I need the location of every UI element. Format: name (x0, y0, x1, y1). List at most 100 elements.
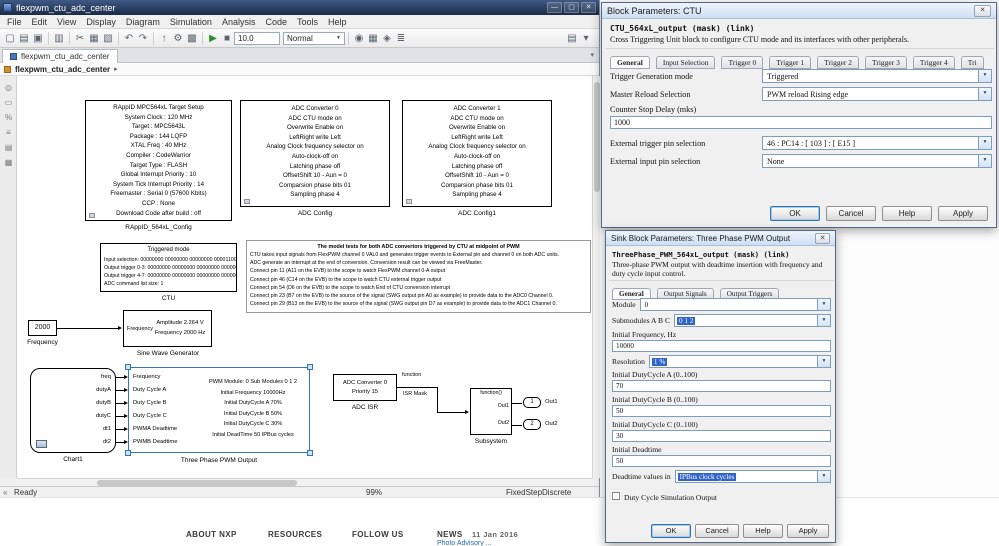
ctu-dialog-titlebar[interactable]: Block Parameters: CTU ✕ (602, 3, 996, 19)
model-notes[interactable]: The model tests for both ADC convertors … (246, 240, 591, 313)
dutycycle-c-input[interactable]: 30 (612, 430, 831, 442)
selection-handle[interactable] (307, 364, 313, 370)
initial-deadtime-input[interactable]: 50 (612, 455, 831, 467)
ctu-dialog-close-icon[interactable]: ✕ (974, 4, 991, 17)
outport-block[interactable]: 1 (523, 397, 541, 408)
window-titlebar[interactable]: flexpwm_ctu_adc_center — ▢ ✕ (0, 0, 599, 15)
copy-icon[interactable]: ▦ (87, 30, 101, 47)
library-browser-icon[interactable]: ▩ (185, 30, 199, 47)
menu-diagram[interactable]: Diagram (121, 17, 165, 27)
constant-block[interactable]: 2000 (28, 320, 57, 336)
menu-edit[interactable]: Edit (27, 17, 53, 27)
adc-config1-block[interactable]: ADC Converter 1 ADC CTU mode on Overwrit… (402, 100, 552, 207)
undo-icon[interactable]: ↶ (122, 30, 136, 47)
maximize-button[interactable]: ▢ (564, 2, 579, 13)
pwm-dialog-titlebar[interactable]: Sink Block Parameters: Three Phase PWM O… (606, 231, 835, 246)
duty-cycle-sim-output-row[interactable]: Duty Cycle Simulation Output (612, 487, 717, 505)
footer-resources-heading[interactable]: RESOURCES (268, 530, 322, 539)
tab-trigger3[interactable]: Trigger 3 (865, 56, 907, 69)
cut-icon[interactable]: ✂ (73, 30, 87, 47)
settings-icon[interactable]: ⚙ (171, 30, 185, 47)
more-tools-icon[interactable]: ▾ (579, 30, 593, 47)
signal-wire[interactable] (57, 328, 119, 329)
viewmarks-icon[interactable]: ▦ (0, 155, 17, 170)
footer-about-heading[interactable]: ABOUT NXP (186, 530, 237, 539)
ok-button[interactable]: OK (651, 524, 691, 538)
cancel-button[interactable]: Cancel (695, 524, 739, 538)
build-icon[interactable]: ▦ (366, 30, 380, 47)
module-select[interactable]: 0 ▼ (639, 298, 831, 311)
signal-wire[interactable] (512, 425, 522, 426)
menu-analysis[interactable]: Analysis (217, 17, 261, 27)
adc-config0-block[interactable]: ADC Converter 0 ADC CTU mode on Overwrit… (240, 100, 390, 207)
tab-list-chevron-icon[interactable]: ▾ (590, 51, 594, 59)
outport-block[interactable]: 2 (523, 419, 541, 430)
sim-time-input[interactable]: 10.0 (234, 31, 280, 45)
tab-trigger1[interactable]: Trigger 1 (769, 56, 812, 69)
pwm-dialog-close-icon[interactable]: ✕ (815, 232, 830, 244)
trigger-mode-select[interactable]: Triggered ▼ (762, 69, 992, 83)
breadcrumb[interactable]: flexpwm_ctu_adc_center ▸ (0, 63, 599, 76)
menu-help[interactable]: Help (323, 17, 352, 27)
tab-trigger2[interactable]: Trigger 2 (817, 56, 860, 69)
apply-button[interactable]: Apply (938, 206, 988, 221)
initial-frequency-input[interactable]: 10000 (612, 340, 831, 352)
record-icon[interactable]: ◉ (352, 30, 366, 47)
close-button[interactable]: ✕ (581, 2, 596, 13)
deadtime-units-select[interactable]: IPBus clock cycles ▼ (674, 470, 831, 483)
open-model-icon[interactable]: ▤ (17, 30, 31, 47)
tab-input-selection[interactable]: Input Selection (655, 56, 716, 69)
subsystem-block[interactable]: function() Out1 Out2 (470, 388, 512, 435)
list-icon[interactable]: ≣ (394, 30, 408, 47)
tab-trigger0[interactable]: Trigger 0 (721, 56, 764, 69)
breadcrumb-label[interactable]: flexpwm_ctu_adc_center (15, 65, 110, 74)
run-button[interactable]: ▶ (206, 30, 220, 47)
cancel-button[interactable]: Cancel (826, 206, 876, 221)
zoom-percent-icon[interactable]: % (0, 110, 17, 125)
new-model-icon[interactable]: ▢ (3, 30, 17, 47)
ok-button[interactable]: OK (770, 206, 820, 221)
minimize-button[interactable]: — (547, 2, 562, 13)
vertical-scrollbar[interactable] (592, 76, 600, 478)
canvas[interactable]: RAppID MPC564xL Target Setup System Cloc… (17, 76, 592, 478)
footer-news-heading[interactable]: NEWS (437, 530, 463, 539)
help-button[interactable]: Help (882, 206, 932, 221)
signal-wire[interactable] (437, 412, 466, 413)
navigate-up-icon[interactable]: ↑ (157, 30, 171, 47)
signal-wire[interactable] (512, 403, 522, 404)
menu-tools[interactable]: Tools (292, 17, 323, 27)
footer-news-link[interactable]: Photo Advisory ... (437, 540, 491, 546)
adc-isr-block[interactable]: ADC Converter 0 Priority 15 (333, 374, 397, 401)
stop-button[interactable]: ■ (220, 30, 234, 47)
submodules-select[interactable]: 0 1 2 ▼ (674, 314, 831, 327)
tab-general[interactable]: General (610, 56, 650, 69)
target-setup-block[interactable]: RAppID MPC564xL Target Setup System Cloc… (85, 100, 232, 221)
three-phase-pwm-block[interactable]: Frequency Duty Cycle A Duty Cycle B Duty… (128, 367, 310, 453)
duty-cycle-sim-output-checkbox[interactable] (612, 492, 620, 501)
annotation-icon[interactable]: ≡ (0, 125, 17, 140)
resolution-select[interactable]: 1 % ▼ (648, 355, 831, 368)
help-button[interactable]: Help (743, 524, 783, 538)
menu-file[interactable]: File (2, 17, 27, 27)
ctu-block[interactable]: Triggered mode Input selection: 00000000… (100, 243, 237, 292)
menu-view[interactable]: View (52, 17, 81, 27)
selection-handle[interactable] (125, 450, 131, 456)
collapse-statusbar-icon[interactable]: « (3, 488, 7, 497)
panel-icon[interactable]: ▤ (565, 30, 579, 47)
menu-simulation[interactable]: Simulation (165, 17, 217, 27)
print-icon[interactable]: ▥ (52, 30, 66, 47)
signal-wire[interactable] (437, 387, 438, 412)
counter-stop-input[interactable]: 1000 (610, 116, 992, 129)
master-reload-select[interactable]: PWM reload Rising edge ▼ (762, 87, 992, 101)
ext-input-pin-select[interactable]: None ▼ (762, 154, 992, 168)
fit-view-icon[interactable]: ▭ (0, 95, 17, 110)
zoom-icon[interactable]: ◎ (0, 80, 17, 95)
tab-trigger4[interactable]: Trigger 4 (912, 56, 955, 69)
save-icon[interactable]: ▣ (31, 30, 45, 47)
deploy-icon[interactable]: ◈ (380, 30, 394, 47)
redo-icon[interactable]: ↷ (136, 30, 150, 47)
sim-mode-select[interactable]: Normal ▼ (283, 31, 345, 45)
signal-wire[interactable] (397, 387, 437, 388)
stateflow-chart-block[interactable]: freq dutyA dutyB dutyC dt1 dt2 (30, 368, 116, 453)
tab-trigger5-truncated[interactable]: Tri (960, 56, 984, 69)
